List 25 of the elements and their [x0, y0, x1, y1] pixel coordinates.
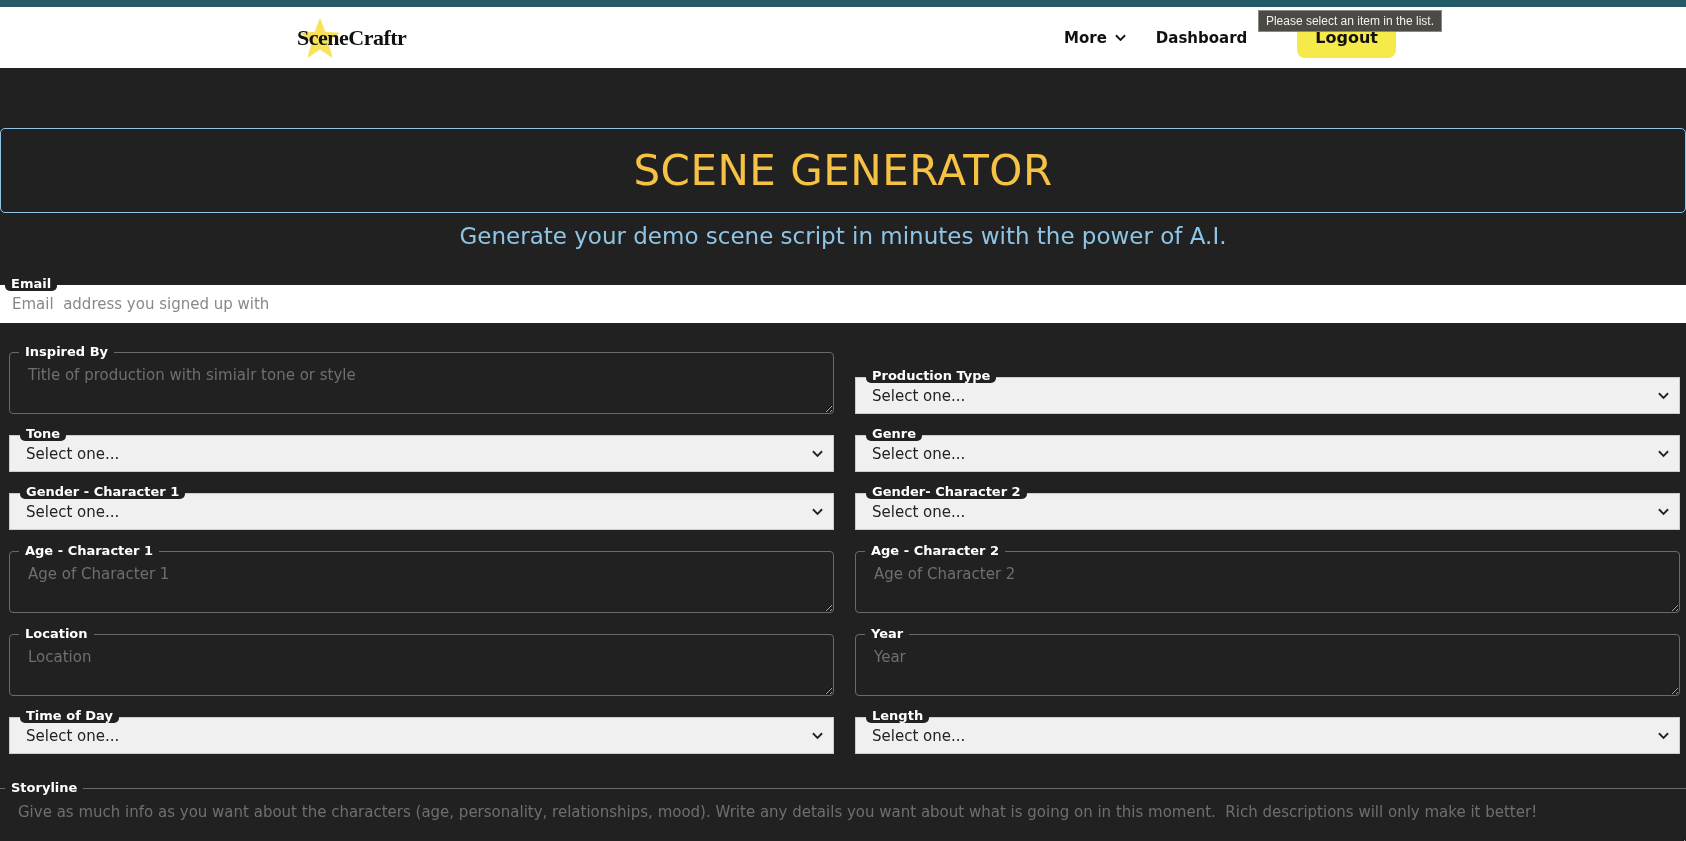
field-label: Email: [5, 276, 58, 291]
field-label: Tone: [20, 426, 67, 441]
field-label: Gender- Character 2: [866, 484, 1027, 499]
chevron-icon: [1658, 731, 1669, 740]
field-label: Production Type: [866, 368, 997, 383]
field-label: Gender - Character 1: [20, 484, 186, 499]
nav-menu[interactable]: More: [1064, 28, 1126, 47]
tooltip: Please select an item in the list.: [1257, 9, 1442, 32]
subtitle: Generate your demo scene script in minutes with the power of A.I.: [458, 223, 1228, 251]
field-label: Length: [866, 708, 930, 723]
field-label: Time of Day: [20, 708, 119, 723]
chevron-icon: [1114, 33, 1126, 42]
chevron-icon: [812, 731, 823, 740]
field-label: Age - Character 1: [19, 542, 160, 559]
chevron-icon: [1658, 449, 1669, 458]
field-label: Age - Character 2: [865, 542, 1006, 559]
field-label: Storyline: [5, 779, 84, 796]
chevron-icon: [812, 449, 823, 458]
chevron-icon: [1658, 507, 1669, 516]
page-title: SCENE GENERATOR: [633, 146, 1053, 195]
field-label: Genre: [866, 426, 922, 441]
field-label: Inspired By: [19, 343, 115, 360]
chevron-icon: [1658, 391, 1669, 400]
chevron-icon: [812, 507, 823, 516]
nav-link[interactable]: Dashboard: [1155, 28, 1248, 47]
